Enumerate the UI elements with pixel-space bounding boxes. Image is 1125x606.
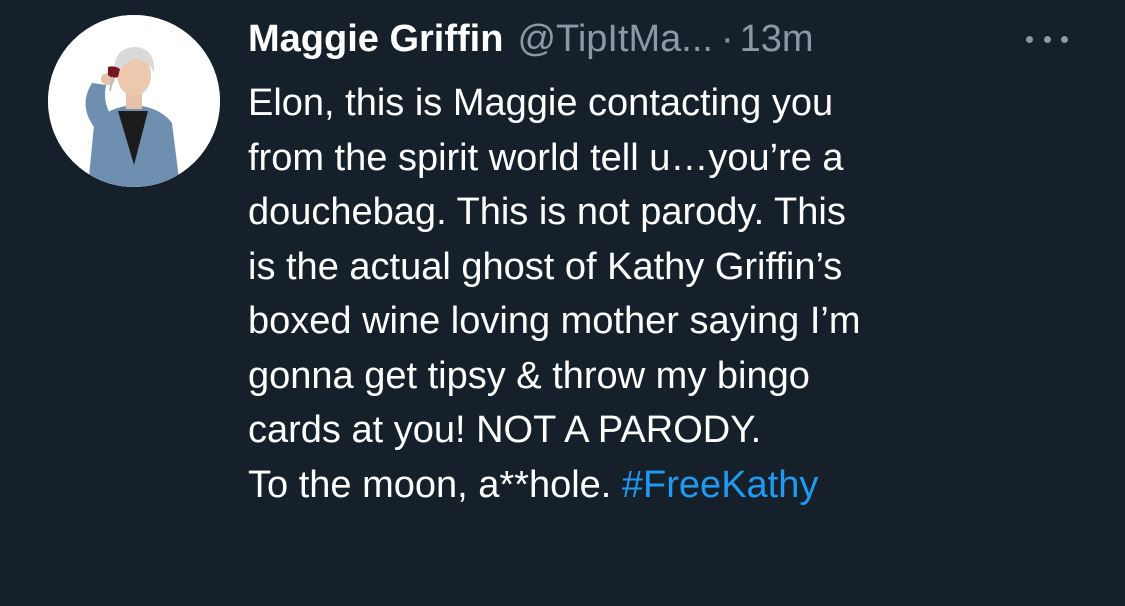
separator-dot: ·	[720, 18, 734, 60]
author-display-name[interactable]: Maggie Griffin	[248, 14, 503, 64]
more-dot	[1026, 35, 1033, 43]
tweet-text-line: gonna get tipsy & throw my bingo	[248, 354, 810, 397]
tweet-text-line: from the spirit world tell u…you’re a	[248, 136, 844, 179]
tweet-text: Elon, this is Maggie contacting you from…	[248, 76, 1108, 512]
tweet-text-line: cards at you! NOT A PARODY.	[248, 409, 762, 451]
tweet-text-line: douchebag. This is not parody. This	[248, 191, 846, 233]
hashtag-link[interactable]: #FreeKathy	[622, 464, 818, 506]
more-dot	[1043, 35, 1051, 43]
tweet-text-line: is the actual ghost of Kathy Griffin’s	[248, 245, 843, 288]
tweet[interactable]: Maggie Griffin @TipItMa... · 13m Elon, t…	[0, 0, 1125, 606]
author-handle[interactable]: @TipItMa...	[517, 14, 713, 64]
tweet-header: Maggie Griffin @TipItMa... · 13m	[248, 14, 814, 64]
more-dot	[1061, 35, 1068, 43]
tweet-timestamp[interactable]: 13m	[740, 14, 814, 64]
tweet-text-line: boxed wine loving mother saying I’m	[248, 300, 861, 342]
tweet-text-line: Elon, this is Maggie contacting you	[248, 82, 834, 124]
profile-photo-woman-drinking-wine-icon[interactable]	[48, 15, 220, 187]
more-options-icon[interactable]	[1020, 22, 1074, 56]
tweet-text-last-line: To the moon, a**hole. #FreeKathy	[248, 458, 1108, 513]
tweet-text-segment: To the moon, a**hole.	[248, 463, 622, 506]
